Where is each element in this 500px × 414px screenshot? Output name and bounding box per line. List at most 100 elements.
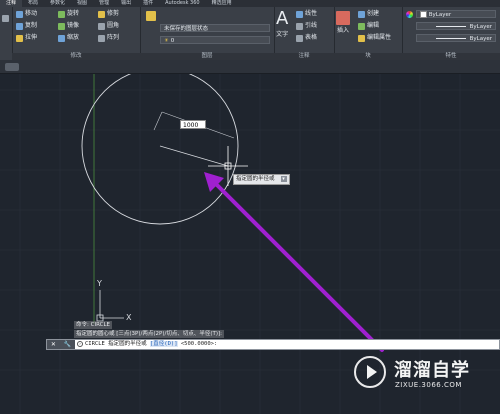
ucs-y-label: Y	[96, 279, 102, 288]
color-swatch-icon	[420, 11, 427, 18]
table-button[interactable]: 表格	[296, 33, 317, 43]
edit-attributes-button[interactable]: 编辑属性	[358, 33, 391, 43]
panel-title-properties[interactable]: 特性	[402, 53, 500, 60]
linear-dim-button[interactable]: 线性	[296, 9, 317, 19]
panel-block: 插入 创建 编辑 编辑属性 块	[334, 7, 403, 60]
stretch-button[interactable]: 拉伸	[16, 33, 37, 43]
draw-icon[interactable]	[2, 15, 9, 22]
insert-icon	[336, 11, 350, 25]
panel-title-annotation[interactable]: 注释	[274, 53, 334, 60]
tab-autodesk-360[interactable]: Autodesk 360	[159, 0, 206, 7]
layer-properties-icon[interactable]	[146, 11, 156, 21]
panel-properties: ByLayer ByLayer ByLayer 特性	[402, 7, 500, 60]
tab-layout[interactable]: 布局	[22, 0, 44, 7]
table-icon	[296, 34, 303, 42]
panel-layers: 未保存的图层状态 ☀ 0 图层	[140, 7, 275, 60]
mirror-label: 镜像	[67, 22, 80, 29]
ribbon-tab-bar: 注释 布局 参数化 视图 管理 输出 插件 Autodesk 360 精选应用	[0, 0, 500, 7]
circle-preview	[81, 74, 239, 225]
tab-output[interactable]: 输出	[115, 0, 137, 7]
tab-manage[interactable]: 管理	[93, 0, 115, 7]
wrench-icon[interactable]: 🔧	[64, 341, 71, 348]
color-wheel-icon[interactable]	[406, 11, 413, 18]
edit-block-button[interactable]: 编辑	[358, 21, 379, 31]
move-icon	[16, 10, 23, 18]
tab-featured-apps[interactable]: 精选应用	[206, 0, 238, 7]
lineweight-value: ByLayer	[469, 36, 492, 42]
scale-icon	[58, 34, 65, 42]
command-prefix: CIRCLE 指定圆的半径或	[85, 341, 150, 347]
tooltip-options-icon[interactable]: ▾	[280, 176, 287, 182]
panel-modify: 移动 旋转 修剪 复制 镜像 圆角 拉伸 缩放 阵列 修改	[12, 7, 141, 60]
dimension-extension-line	[153, 111, 163, 131]
lineweight-dropdown[interactable]: ByLayer	[416, 34, 496, 42]
insert-button[interactable]: 插入	[336, 11, 350, 34]
layer-state-dropdown[interactable]: 未保存的图层状态	[160, 24, 270, 32]
annotation-arrow-shaft	[212, 180, 384, 352]
lineweight-sample	[435, 38, 466, 39]
tab-view[interactable]: 视图	[71, 0, 93, 7]
stretch-label: 拉伸	[25, 34, 38, 41]
fillet-button[interactable]: 圆角	[98, 21, 119, 31]
text-label: 文字	[276, 31, 289, 38]
file-tab-strip	[0, 60, 500, 74]
move-label: 移动	[25, 10, 38, 17]
file-tab-menu-icon[interactable]	[5, 63, 19, 71]
mirror-button[interactable]: 镜像	[58, 21, 79, 31]
radius-line	[159, 145, 229, 167]
tab-parametric[interactable]: 参数化	[44, 0, 71, 7]
watermark-url: ZIXUE.3066.COM	[395, 381, 462, 389]
create-block-icon	[358, 10, 365, 18]
linetype-dropdown[interactable]: ByLayer	[416, 22, 496, 30]
text-button[interactable]: A 文字	[276, 8, 289, 39]
fillet-label: 圆角	[107, 22, 120, 29]
panel-title-layers[interactable]: 图层	[140, 53, 274, 60]
tab-plugins[interactable]: 插件	[137, 0, 159, 7]
rotate-icon	[58, 10, 65, 18]
dynamic-input-tooltip: 指定圆的半径或 ▾	[233, 174, 290, 185]
move-button[interactable]: 移动	[16, 9, 37, 19]
panel-annotation: A 文字 线性 引线 表格 注释	[274, 7, 335, 60]
command-option-diameter[interactable]: [直径(D)]	[150, 341, 178, 347]
radius-dimension-input[interactable]: 1000	[180, 120, 206, 129]
array-label: 阵列	[107, 34, 120, 41]
create-label: 创建	[367, 10, 380, 17]
command-prompt-icon[interactable]: ›	[77, 341, 83, 347]
command-line[interactable]: ✕ 🔧 › CIRCLE 指定圆的半径或 [直径(D)] <500.0000>:	[46, 339, 500, 350]
create-block-button[interactable]: 创建	[358, 9, 379, 19]
play-logo-icon	[354, 356, 386, 388]
color-dropdown[interactable]: ByLayer	[416, 10, 496, 18]
command-default-value: <500.0000>:	[177, 341, 218, 347]
edit-label: 编辑	[367, 22, 380, 29]
lightbulb-icon: ☀	[164, 38, 169, 44]
mirror-icon	[58, 22, 65, 30]
current-layer-dropdown[interactable]: ☀ 0	[160, 36, 270, 44]
linear-dim-icon	[296, 10, 303, 18]
trim-button[interactable]: 修剪	[98, 9, 119, 19]
trim-label: 修剪	[107, 10, 120, 17]
command-history-line-2: 指定圆的圆心或 [三点(3P)/两点(2P)/切点、切点、半径(T)]:	[74, 330, 224, 338]
edit-attributes-icon	[358, 34, 365, 42]
copy-label: 复制	[25, 22, 38, 29]
scale-button[interactable]: 缩放	[58, 33, 79, 43]
array-icon	[98, 34, 105, 42]
color-value: ByLayer	[428, 12, 452, 18]
ucs-icon	[96, 290, 124, 322]
close-icon[interactable]: ✕	[51, 341, 56, 348]
panel-title-modify[interactable]: 修改	[12, 53, 140, 60]
copy-button[interactable]: 复制	[16, 21, 37, 31]
insert-label: 插入	[336, 27, 349, 34]
rotate-button[interactable]: 旋转	[58, 9, 79, 19]
ucs-x-label: X	[126, 313, 132, 322]
text-a-icon: A	[276, 8, 289, 29]
tab-annotate[interactable]: 注释	[0, 0, 23, 7]
command-history-line-1: 命令: CIRCLE	[74, 321, 112, 329]
rotate-label: 旋转	[67, 10, 80, 17]
stretch-icon	[16, 34, 23, 42]
command-line-text[interactable]: CIRCLE 指定圆的半径或 [直径(D)] <500.0000>:	[85, 340, 217, 349]
array-button[interactable]: 阵列	[98, 33, 119, 43]
leader-icon	[296, 22, 303, 30]
panel-title-block[interactable]: 块	[334, 53, 402, 60]
linetype-value: ByLayer	[469, 24, 492, 30]
leader-button[interactable]: 引线	[296, 21, 317, 31]
